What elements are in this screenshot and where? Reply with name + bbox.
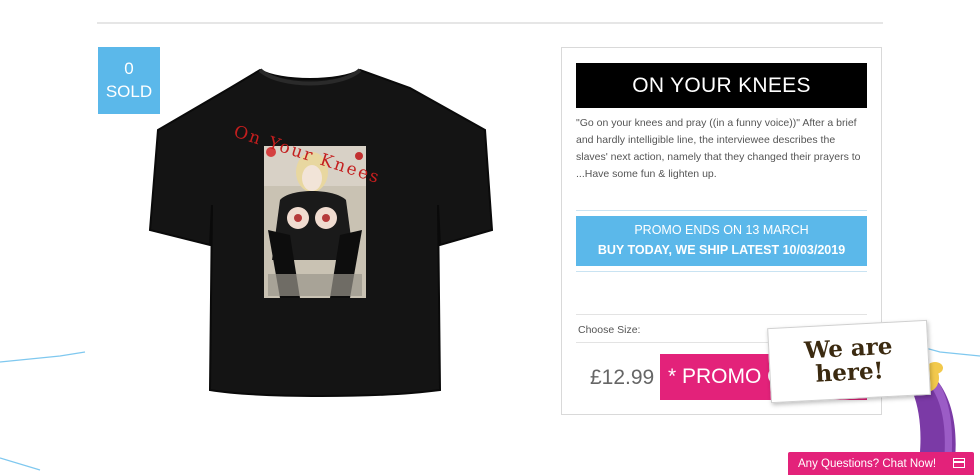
product-title: ON YOUR KNEES — [576, 63, 867, 108]
promo-divider-bottom — [576, 271, 867, 272]
promo-divider-top — [576, 210, 867, 211]
product-price: £12.99 — [590, 366, 655, 389]
chat-button-label: Any Questions? Chat Now! — [798, 457, 937, 470]
promo-shipping-note: BUY TODAY, WE SHIP LATEST 10/03/2019 — [597, 243, 846, 257]
promo-banner: PROMO ENDS ON 13 MARCH BUY TODAY, WE SHI… — [576, 216, 867, 266]
chat-now-button[interactable]: Any Questions? Chat Now! — [788, 452, 974, 475]
top-divider — [97, 22, 883, 24]
product-image[interactable]: On Your Knees — [140, 60, 500, 405]
size-divider-top — [576, 314, 867, 315]
chat-window-icon — [953, 458, 965, 468]
promo-end-date: PROMO ENDS ON 13 MARCH — [634, 223, 809, 237]
we-are-here-sign: We are here! — [767, 319, 931, 404]
size-label: Choose Size: — [578, 324, 641, 336]
product-description: "Go on your knees and pray ((in a funny … — [576, 117, 861, 180]
